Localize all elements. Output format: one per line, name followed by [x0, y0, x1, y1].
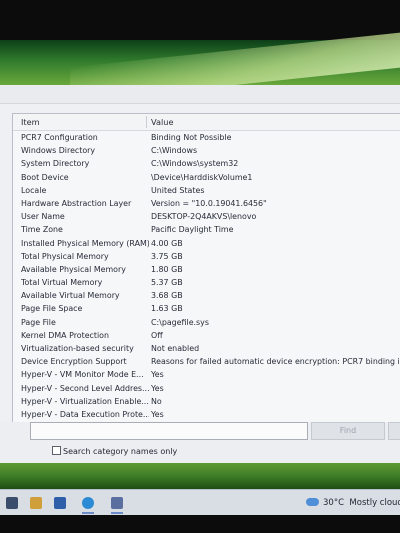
row-value: 5.37 GB: [151, 278, 183, 288]
row-value: 3.68 GB: [151, 291, 183, 301]
row-value: Yes: [151, 409, 164, 419]
desktop-wallpaper-bottom: [0, 463, 400, 489]
cloud-icon: [306, 498, 319, 506]
close-find-button[interactable]: [388, 422, 400, 440]
search-category-label: Search category names only: [63, 447, 178, 456]
list-row[interactable]: Hyper-V - VM Monitor Mode E... Yes: [13, 368, 400, 381]
search-category-option[interactable]: Search category names only: [52, 446, 177, 458]
file-explorer-icon[interactable]: [30, 497, 42, 509]
row-value: Yes: [151, 383, 164, 393]
row-item: Hyper-V - Virtualization Enable...: [21, 396, 149, 406]
weather-temperature: 30°C: [323, 498, 345, 508]
system-information-app-icon[interactable]: [111, 497, 123, 509]
list-row[interactable]: PCR7 Configuration Binding Not Possible: [13, 131, 400, 144]
find-button[interactable]: Find: [311, 422, 385, 440]
row-value: Off: [151, 330, 163, 340]
list-row[interactable]: Hyper-V - Second Level Addres... Yes: [13, 382, 400, 395]
row-value: Yes: [151, 370, 164, 380]
row-item: Device Encryption Support: [21, 357, 127, 367]
column-header-value[interactable]: Value: [151, 114, 173, 130]
list-row[interactable]: System Directory C:\Windows\system32: [13, 157, 400, 170]
column-header-item[interactable]: Item: [21, 114, 40, 130]
list-row[interactable]: Total Physical Memory 3.75 GB: [13, 250, 400, 263]
row-value: 1.80 GB: [151, 264, 183, 274]
desktop-wallpaper-top: [0, 40, 400, 85]
row-item: Hardware Abstraction Layer: [21, 198, 132, 208]
row-item: Virtualization-based security: [21, 344, 134, 353]
row-item: Windows Directory: [21, 146, 96, 156]
list-rows: PCR7 Configuration Binding Not Possible W…: [13, 131, 400, 421]
system-summary-list[interactable]: Item Value PCR7 Configuration Binding Not…: [12, 113, 400, 427]
list-row[interactable]: Hardware Abstraction Layer Version = "10.…: [13, 197, 400, 210]
mail-icon[interactable]: [54, 497, 66, 509]
system-information-window: Item Value PCR7 Configuration Binding Not…: [0, 85, 400, 463]
screen-bezel-bottom: [0, 515, 400, 533]
row-value: DESKTOP-2Q4AKVS\lenovo: [151, 212, 257, 222]
row-value: C:\Windows\system32: [151, 159, 239, 169]
active-app-indicator: [111, 512, 123, 514]
row-item: Hyper-V - Second Level Addres...: [21, 383, 149, 393]
list-row[interactable]: Boot Device \Device\HarddiskVolume1: [13, 171, 400, 184]
list-row[interactable]: User Name DESKTOP-2Q4AKVS\lenovo: [13, 210, 400, 223]
row-item: Total Virtual Memory: [21, 278, 103, 288]
row-item: System Directory: [21, 159, 90, 169]
search-category-checkbox[interactable]: [52, 446, 61, 455]
row-item: Total Physical Memory: [21, 251, 109, 261]
row-value: Pacific Daylight Time: [151, 225, 234, 235]
row-item: Kernel DMA Protection: [21, 330, 110, 340]
start-icon[interactable]: [6, 497, 18, 509]
list-header: Item Value: [13, 114, 400, 131]
row-value: C:\pagefile.sys: [151, 317, 209, 327]
row-item: Locale: [21, 185, 47, 195]
list-row[interactable]: Available Virtual Memory 3.68 GB: [13, 289, 400, 302]
list-row[interactable]: Device Encryption Support Reasons for fai…: [13, 355, 400, 368]
row-item: PCR7 Configuration: [21, 133, 98, 142]
row-item: Page File: [21, 317, 56, 327]
row-value: 1.63 GB: [151, 304, 183, 314]
list-row[interactable]: Page File C:\pagefile.sys: [13, 316, 400, 329]
weather-widget[interactable]: 30°C Mostly cloudy: [306, 496, 400, 510]
row-value: 3.75 GB: [151, 251, 183, 261]
row-value: 4.00 GB: [151, 238, 183, 248]
edge-browser-icon[interactable]: [82, 497, 94, 509]
row-item: Boot Device: [21, 172, 69, 182]
list-row[interactable]: Hyper-V - Data Execution Prote... Yes: [13, 408, 400, 421]
row-item: Hyper-V - Data Execution Prote...: [21, 409, 149, 419]
row-item: Hyper-V - VM Monitor Mode E...: [21, 370, 144, 380]
find-what-input[interactable]: [30, 422, 308, 440]
list-row[interactable]: Virtualization-based security Not enabled: [13, 342, 400, 355]
list-row[interactable]: Windows Directory C:\Windows: [13, 144, 400, 157]
row-item: User Name: [21, 212, 65, 222]
row-value: Binding Not Possible: [151, 133, 232, 142]
list-row[interactable]: Time Zone Pacific Daylight Time: [13, 223, 400, 236]
list-row[interactable]: Kernel DMA Protection Off: [13, 329, 400, 342]
list-row[interactable]: Available Physical Memory 1.80 GB: [13, 263, 400, 276]
row-value: Reasons for failed automatic device encr…: [151, 357, 400, 367]
find-bar: Find Search category names only: [0, 422, 400, 463]
window-top-strip: [0, 85, 400, 104]
row-value: \Device\HarddiskVolume1: [151, 172, 253, 182]
list-row[interactable]: Hyper-V - Virtualization Enable... No: [13, 395, 400, 408]
active-app-indicator: [82, 512, 94, 514]
row-value: Not enabled: [151, 344, 200, 353]
row-item: Available Virtual Memory: [21, 291, 120, 301]
weather-description: Mostly cloudy: [349, 498, 400, 508]
taskbar: 30°C Mostly cloudy: [0, 489, 400, 516]
row-item: Available Physical Memory: [21, 264, 126, 274]
list-row[interactable]: Total Virtual Memory 5.37 GB: [13, 276, 400, 289]
list-row[interactable]: Page File Space 1.63 GB: [13, 302, 400, 315]
row-value: Version = "10.0.19041.6456": [151, 198, 267, 208]
screen-bezel-top: [0, 0, 400, 40]
row-value: No: [151, 396, 162, 406]
row-value: C:\Windows: [151, 146, 198, 156]
row-item: Installed Physical Memory (RAM): [21, 238, 149, 248]
list-row[interactable]: Installed Physical Memory (RAM) 4.00 GB: [13, 237, 400, 250]
list-row[interactable]: Locale United States: [13, 184, 400, 197]
column-separator[interactable]: [146, 116, 147, 128]
row-item: Time Zone: [21, 225, 63, 235]
row-value: United States: [151, 185, 205, 195]
row-item: Page File Space: [21, 304, 83, 314]
